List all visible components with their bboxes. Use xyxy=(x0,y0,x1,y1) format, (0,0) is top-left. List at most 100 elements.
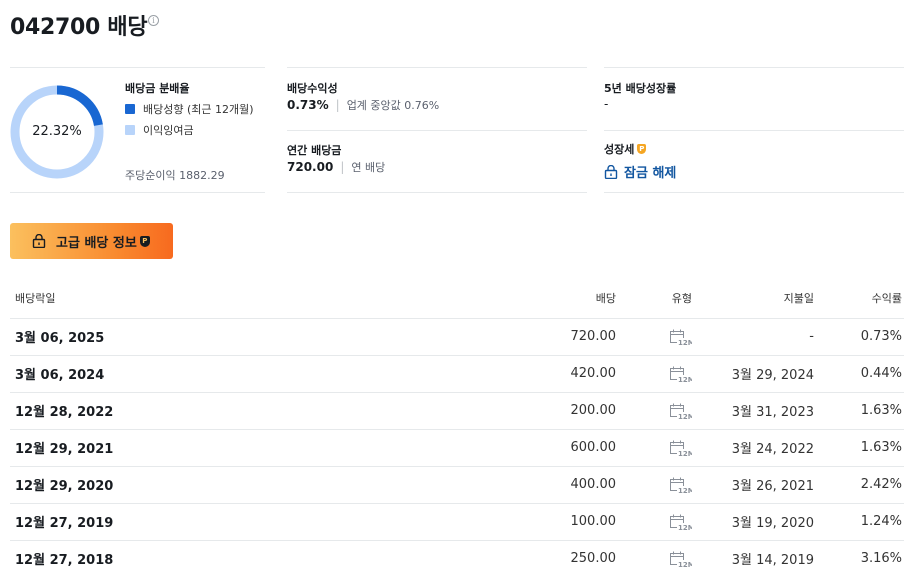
table-row: 12월 28, 2022 200.00 12M 3월 31, 2023 1.63% xyxy=(10,392,904,430)
divider xyxy=(604,130,904,131)
lock-icon xyxy=(32,234,46,248)
divider xyxy=(604,67,904,68)
cell-type: 12M xyxy=(618,540,692,571)
table-row: 12월 29, 2021 600.00 12M 3월 24, 2022 1.63% xyxy=(10,429,904,467)
svg-text:12M: 12M xyxy=(678,524,692,531)
payout-title: 배당금 분배율 xyxy=(125,82,190,95)
cell-type: 12M xyxy=(618,392,692,430)
calendar-12m-icon: 12M xyxy=(670,366,692,383)
legend-label: 이익잉여금 xyxy=(143,124,194,137)
cell-dividend: 200.00 xyxy=(310,392,618,430)
header-dividend[interactable]: 배당 xyxy=(310,279,618,319)
svg-text:12M: 12M xyxy=(678,561,692,568)
calendar-12m-icon: 12M xyxy=(670,403,692,420)
dividend-history-table: 배당락일 배당 유형 지불일 수익률 3월 06, 2025 720.00 12M -… xyxy=(10,279,904,571)
growth-5y-title: 5년 배당성장률 xyxy=(604,82,677,95)
calendar-12m-icon: 12M xyxy=(670,551,692,568)
legend-item-payout-ratio: 배당성향 (최근 12개월) xyxy=(125,101,254,117)
header-yield[interactable]: 수익률 xyxy=(814,279,904,319)
cell-dividend: 600.00 xyxy=(310,429,618,467)
cell-type: 12M xyxy=(618,429,692,467)
page-title: 042700 배당 xyxy=(10,15,148,40)
yield-industry-median: 업계 중앙값 0.76% xyxy=(346,99,440,112)
table-row: 3월 06, 2025 720.00 12M -0.73% xyxy=(10,318,904,356)
table-row: 12월 29, 2020 400.00 12M 3월 26, 2021 2.42% xyxy=(10,466,904,504)
cell-ex-date: 3월 06, 2025 xyxy=(10,318,310,356)
unlock-button[interactable]: 잠금 해제 xyxy=(604,162,676,181)
divider xyxy=(287,67,587,68)
header-ex-date[interactable]: 배당락일 xyxy=(10,279,310,319)
header-type[interactable]: 유형 xyxy=(618,279,692,319)
lock-icon xyxy=(604,164,618,179)
cell-ex-date: 12월 28, 2022 xyxy=(10,392,310,430)
divider xyxy=(287,192,587,193)
cell-pay-date: 3월 29, 2024 xyxy=(692,355,814,393)
cell-pay-date: - xyxy=(692,318,814,356)
cell-yield: 1.24% xyxy=(814,503,904,541)
advanced-button-label: 고급 배당 정보 xyxy=(56,235,137,251)
growth-streak-title: 성장세 P xyxy=(604,141,647,157)
calendar-12m-icon: 12M xyxy=(670,514,692,531)
cell-pay-date: 3월 14, 2019 xyxy=(692,540,814,571)
cell-dividend: 100.00 xyxy=(310,503,618,541)
annual-dividend-value: 720.00 xyxy=(287,160,334,174)
cell-ex-date: 12월 27, 2018 xyxy=(10,540,310,571)
cell-type: 12M xyxy=(618,503,692,541)
growth-5y-value: - xyxy=(604,97,609,111)
cell-ex-date: 12월 29, 2021 xyxy=(10,429,310,467)
annual-dividend-row: 720.00 | 연 배당 xyxy=(287,159,385,175)
advanced-dividend-info-button[interactable]: 고급 배당 정보 P xyxy=(10,223,173,259)
cell-pay-date: 3월 19, 2020 xyxy=(692,503,814,541)
cell-dividend: 420.00 xyxy=(310,355,618,393)
svg-text:12M: 12M xyxy=(678,376,692,383)
cell-pay-date: 3월 26, 2021 xyxy=(692,466,814,504)
svg-text:12M: 12M xyxy=(678,487,692,494)
legend-item-retained-earnings: 이익잉여금 xyxy=(125,122,194,138)
cell-type: 12M xyxy=(618,355,692,393)
cell-dividend: 400.00 xyxy=(310,466,618,504)
cell-yield: 2.42% xyxy=(814,466,904,504)
cell-type: 12M xyxy=(618,466,692,504)
cell-ex-date: 12월 27, 2019 xyxy=(10,503,310,541)
cell-yield: 0.73% xyxy=(814,318,904,356)
unlock-label: 잠금 해제 xyxy=(624,166,677,181)
separator: | xyxy=(335,98,340,112)
divider xyxy=(10,67,265,68)
header-pay-date[interactable]: 지불일 xyxy=(692,279,814,319)
divider xyxy=(287,130,587,131)
calendar-12m-icon: 12M xyxy=(670,477,692,494)
legend-swatch xyxy=(125,125,135,135)
annual-dividend-frequency: 연 배당 xyxy=(351,161,386,174)
svg-text:12M: 12M xyxy=(678,413,692,420)
cell-pay-date: 3월 31, 2023 xyxy=(692,392,814,430)
cell-dividend: 250.00 xyxy=(310,540,618,571)
table-header-row: 배당락일 배당 유형 지불일 수익률 xyxy=(10,279,904,319)
svg-text:12M: 12M xyxy=(678,450,692,457)
svg-text:12M: 12M xyxy=(678,339,692,346)
cell-type: 12M xyxy=(618,318,692,356)
calendar-12m-icon: 12M xyxy=(670,329,692,346)
yield-title: 배당수익성 xyxy=(287,82,338,95)
table-row: 3월 06, 2024 420.00 12M 3월 29, 2024 0.44% xyxy=(10,355,904,393)
cell-yield: 1.63% xyxy=(814,429,904,467)
cell-dividend: 720.00 xyxy=(310,318,618,356)
divider xyxy=(10,192,265,193)
table-row: 12월 27, 2019 100.00 12M 3월 19, 2020 1.24% xyxy=(10,503,904,541)
cell-yield: 0.44% xyxy=(814,355,904,393)
cell-yield: 1.63% xyxy=(814,392,904,430)
legend-label: 배당성향 (최근 12개월) xyxy=(143,103,254,116)
yield-value-row: 0.73% | 업계 중앙값 0.76% xyxy=(287,97,439,113)
separator: | xyxy=(340,160,345,174)
annual-dividend-title: 연간 배당금 xyxy=(287,144,342,157)
cell-pay-date: 3월 24, 2022 xyxy=(692,429,814,467)
growth-streak-label: 성장세 xyxy=(604,143,635,156)
info-icon[interactable]: i xyxy=(148,15,159,26)
legend-swatch xyxy=(125,104,135,114)
cell-yield: 3.16% xyxy=(814,540,904,571)
yield-value: 0.73% xyxy=(287,98,329,112)
table-row: 12월 27, 2018 250.00 12M 3월 14, 2019 3.16% xyxy=(10,540,904,571)
pro-badge-icon: P xyxy=(139,235,150,247)
pro-badge-icon: P xyxy=(637,144,647,154)
calendar-12m-icon: 12M xyxy=(670,440,692,457)
cell-ex-date: 3월 06, 2024 xyxy=(10,355,310,393)
